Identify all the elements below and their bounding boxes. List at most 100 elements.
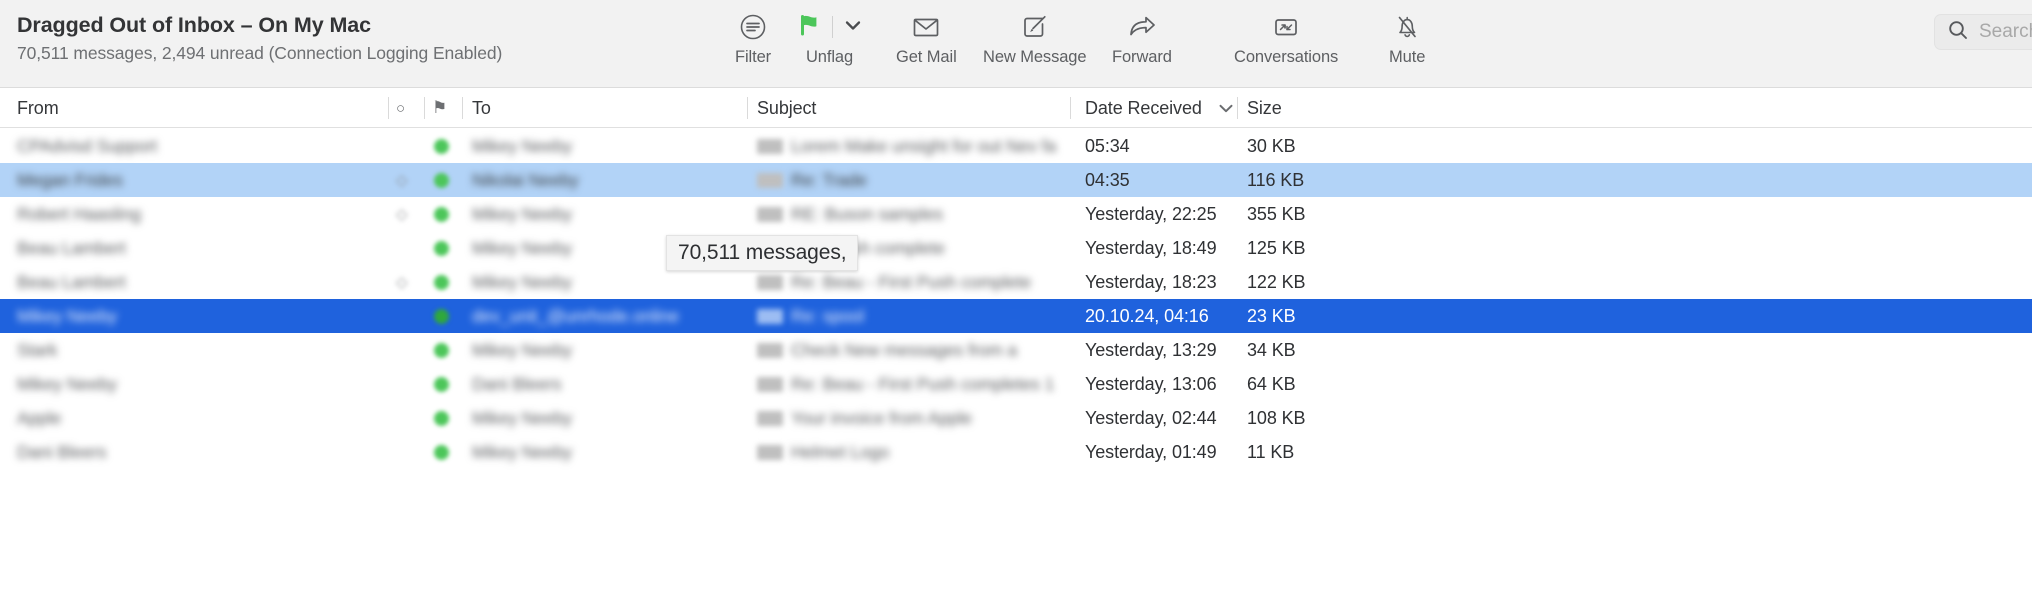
table-row[interactable]: Beau Lambert ◇ Mikey Neeby Re: Beau - First… [0,265,2032,299]
flag-icon [434,129,449,163]
chevron-down-icon[interactable] [842,14,864,41]
search-icon [1947,19,1969,46]
cell-from: Beau Lambert [17,237,126,258]
cell-subject: Re: Beau - First Push completes 1 [757,367,1054,401]
flag-icon [434,197,449,231]
bell-slash-icon [1391,12,1423,42]
column-header-flag[interactable]: ⚑ [432,88,447,128]
column-divider[interactable] [1070,97,1071,119]
cell-size: 355 KB [1247,203,1306,224]
flag-icon [434,367,449,401]
table-row[interactable]: Beau Lambert Mikey Neeby New Push complete… [0,231,2032,265]
cell-subject: Re: Trade [757,163,867,197]
column-divider[interactable] [388,97,389,119]
search-placeholder: Search [1979,21,2032,42]
cell-date: Yesterday, 01:49 [1085,441,1217,462]
unflag-control-group [795,12,864,42]
cell-to: Mikey Neeby [472,271,573,292]
cell-from: Dani Bleers [17,441,107,462]
forward-arrow-icon [1125,12,1159,42]
cell-date: 05:34 [1085,135,1130,156]
toolbar: Dragged Out of Inbox – On My Mac 70,511 … [0,0,2032,88]
toolbar-button-new-message[interactable]: New Message [983,12,1087,67]
cell-subject: Your invoice from Apple [757,401,972,435]
table-row[interactable]: Stark Mikey Neeby Check New messages from … [0,333,2032,367]
column-divider[interactable] [1237,97,1238,119]
flag-icon [434,265,449,299]
conversations-icon [1269,12,1303,42]
cell-to: Mikey Neeby [472,135,573,156]
cell-from: Robert Haasling [17,203,141,224]
attachment-icon: ◇ [396,172,408,189]
column-divider[interactable] [424,97,425,119]
mail-window: Dragged Out of Inbox – On My Mac 70,511 … [0,0,2032,610]
cell-date: Yesterday, 02:44 [1085,407,1217,428]
compose-icon [1019,12,1051,42]
toolbar-label-mute: Mute [1389,48,1426,66]
cell-subject: Helmet Logo [757,435,889,469]
cell-size: 122 KB [1247,271,1306,292]
column-header-to[interactable]: To [472,88,491,128]
envelope-icon [910,12,942,42]
table-row[interactable]: Robert Haasling ◇ Mikey Neeby RE: Buson sam… [0,197,2032,231]
toolbar-button-unflag[interactable]: Unflag [795,12,864,67]
cell-from: Megan Frides [17,169,123,190]
tooltip-text: 70,511 messages, [678,241,847,264]
cell-subject: Re: spool [757,299,864,333]
flag-icon [434,231,449,265]
column-header-attachment[interactable]: ○ [396,88,405,128]
cell-subject: RE: Buson samples [757,197,943,231]
table-row[interactable]: Mikey Neeby Dani Bleers Re: Beau - First P… [0,367,2032,401]
cell-date: Yesterday, 13:29 [1085,339,1217,360]
title-block: Dragged Out of Inbox – On My Mac 70,511 … [17,13,502,64]
chevron-down-icon[interactable] [1216,98,1236,118]
cell-date: Yesterday, 18:49 [1085,237,1217,258]
flag-icon[interactable] [795,11,823,44]
cell-size: 116 KB [1247,169,1305,190]
toolbar-button-filter[interactable]: Filter [735,12,771,67]
page-title: Dragged Out of Inbox – On My Mac [17,13,371,37]
filter-icon [738,12,768,42]
table-row[interactable]: Dani Bleers Mikey Neeby Helmet Logo Yesterd… [0,435,2032,469]
message-list[interactable]: CPAdvisd Support Mikey Neeby Lorem Make un… [0,129,2032,610]
attachment-icon: ◇ [396,206,408,223]
cell-subject: Check New messages from a [757,333,1017,367]
cell-size: 125 KB [1247,237,1306,258]
toolbar-divider [832,16,833,38]
column-header-subject[interactable]: Subject [757,88,816,128]
toolbar-label-unflag: Unflag [805,48,854,66]
cell-date: 04:35 [1085,169,1130,190]
cell-date: Yesterday, 13:06 [1085,373,1217,394]
toolbar-button-get-mail[interactable]: Get Mail [896,12,957,67]
table-row[interactable]: Megan Frides ◇ Nikolai Neeby Re: Trade 04:35… [0,163,2032,197]
toolbar-button-conversations[interactable]: Conversations [1234,12,1338,67]
cell-to: Nikolai Neeby [472,169,579,190]
toolbar-button-forward[interactable]: Forward [1112,12,1172,67]
cell-to: Mikey Neeby [472,441,573,462]
cell-from: CPAdvisd Support [17,135,158,156]
cell-to: dev_unit_@unrhode.online [472,305,680,326]
column-header-size[interactable]: Size [1247,88,1282,128]
cell-from: Mikey Neeby [17,373,118,394]
column-header-date-received-label: Date Received [1085,97,1202,118]
cell-from: Apple [17,407,62,428]
table-row[interactable]: Apple Mikey Neeby Your invoice from Apple Y… [0,401,2032,435]
cell-to: Mikey Neeby [472,237,573,258]
cell-from: Stark [17,339,58,360]
column-divider[interactable] [747,97,748,119]
cell-subject: Lorem Make unsight for out Nev fa [757,129,1056,163]
toolbar-label-forward: Forward [1112,48,1172,66]
search-input[interactable]: Search [1934,14,2032,50]
cell-size: 64 KB [1247,373,1296,394]
cell-date: 20.10.24, 04:16 [1085,305,1209,326]
cell-to: Mikey Neeby [472,203,573,224]
toolbar-button-mute[interactable]: Mute [1389,12,1425,67]
column-divider[interactable] [462,97,463,119]
column-header-from[interactable]: From [17,88,59,128]
column-header-date-received[interactable]: Date Received [1085,88,1236,128]
cell-to: Mikey Neeby [472,407,573,428]
cell-size: 108 KB [1247,407,1306,428]
cell-size: 34 KB [1247,339,1296,360]
table-row[interactable]: CPAdvisd Support Mikey Neeby Lorem Make un… [0,129,2032,163]
table-row[interactable]: Mikey Neeby dev_unit_@unrhode.online Re: s… [0,299,2032,333]
